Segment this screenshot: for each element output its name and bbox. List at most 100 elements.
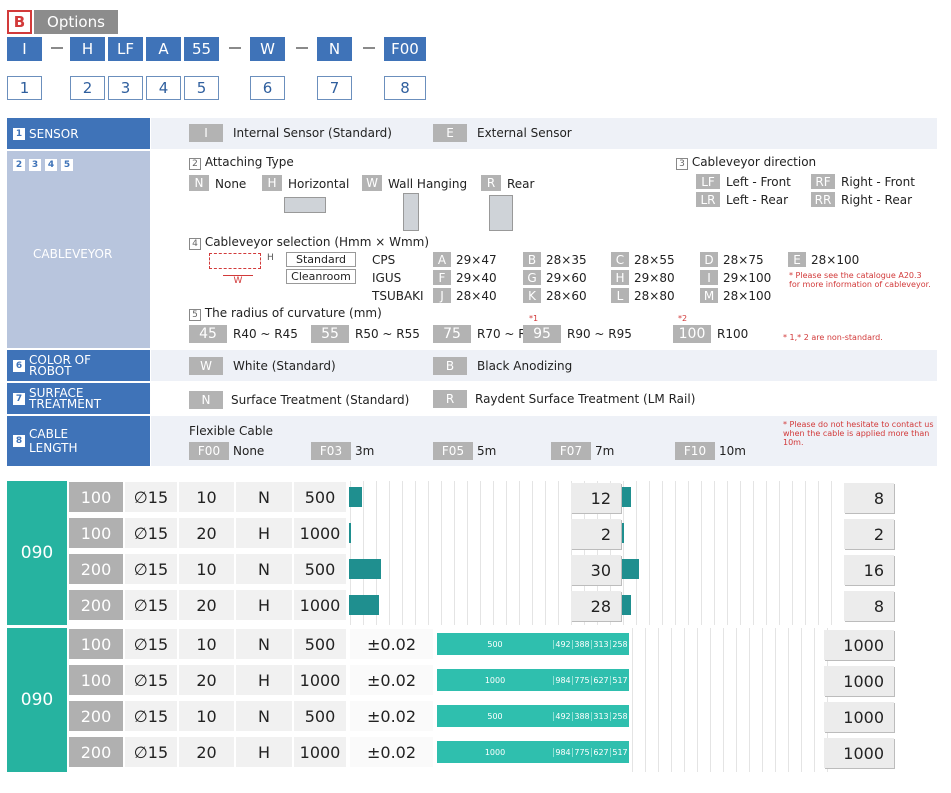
flexible-cable-title: Flexible Cable (189, 424, 274, 438)
speed-value: 492 (553, 711, 572, 721)
section-number: 7 (13, 392, 25, 405)
direction-title: 3 Cableveyor direction (676, 155, 816, 170)
speed-value: 984 (553, 675, 572, 685)
grid-line (402, 481, 403, 625)
option-code: M (700, 288, 718, 303)
section-numbers: 2345 (13, 157, 77, 171)
grid-line (818, 481, 819, 625)
speed-value: 388 (572, 639, 591, 649)
option-code: W (362, 175, 382, 191)
table-cell: 20 (178, 664, 235, 696)
option-code: I (189, 124, 223, 142)
table-cell: N (235, 628, 293, 660)
option-code: 100 (673, 325, 711, 343)
code-box: W (250, 37, 285, 61)
grid-line (688, 481, 689, 625)
table-cell: ∅15 (124, 736, 178, 768)
speed-value: 258 (610, 639, 629, 649)
sensor-row: I Internal Sensor (Standard) E External … (151, 118, 937, 149)
option-text: Right - Front (841, 175, 915, 189)
surface-row: N Surface Treatment (Standard) R Raydent… (151, 383, 937, 414)
value-bar (349, 487, 362, 507)
option-code: N (189, 391, 223, 409)
speed-value: 627 (591, 747, 610, 757)
w-label: W (223, 275, 253, 286)
option-text: White (Standard) (233, 359, 336, 373)
grid-line (645, 628, 646, 772)
option-text: Black Anodizing (477, 359, 573, 373)
cableveyor-row: 2 Attaching Type N None H Horizontal W W… (151, 151, 937, 348)
label-text: SURFACE TREATMENT (29, 385, 102, 411)
grid-line (788, 628, 789, 772)
option-text: Left - Front (726, 175, 791, 189)
option-code: L (611, 288, 629, 303)
table-cell: ∅15 (124, 628, 178, 660)
option-code: 95 (523, 325, 561, 343)
option-text: 29×47 (456, 253, 497, 267)
option-code: R (433, 390, 467, 408)
value-box: 30 (571, 555, 621, 585)
table-cell: 100 (68, 628, 124, 660)
table-cell: 500 (293, 481, 347, 513)
option-code: LF (696, 174, 720, 189)
table-cell: ±0.02 (349, 628, 434, 660)
group-label: 090 (7, 481, 67, 625)
option-text: 28×60 (546, 289, 587, 303)
grid-line (658, 628, 659, 772)
option-text: 28×55 (634, 253, 675, 267)
option-text: R40 ~ R45 (233, 327, 298, 341)
option-code: W (189, 357, 223, 375)
table-cell: 100 (68, 517, 124, 549)
selection-title: 4 Cableveyor selection (Hmm × Wmm) (189, 235, 429, 250)
code-number: 3 (108, 76, 143, 100)
code-number: 7 (317, 76, 352, 100)
code-number: 6 (250, 76, 285, 100)
table-cell: 500 (293, 553, 347, 585)
speed-value: 517 (610, 747, 629, 757)
table-cell: 10 (178, 700, 235, 732)
table-cell: 1000 (293, 517, 347, 549)
option-code: R (481, 175, 501, 191)
code-number: 2 (70, 76, 105, 100)
option-code: RR (811, 192, 835, 207)
table-cell: 500 (293, 628, 347, 660)
table-cell: 200 (68, 589, 124, 621)
value-box: 1000 (824, 702, 894, 732)
option-text: 29×40 (456, 271, 497, 285)
section-number: 1 (13, 127, 25, 140)
speed-bar: 1000 984 775 627 517 (437, 669, 629, 691)
option-code: C (611, 252, 629, 267)
grid-line (454, 481, 455, 625)
grid-line (814, 628, 815, 772)
option-code: RF (811, 174, 835, 189)
cleanroom-tag: Cleanroom (286, 269, 356, 284)
table-cell: ∅15 (124, 517, 178, 549)
table-cell: ∅15 (124, 481, 178, 513)
surface-label: 7 SURFACE TREATMENT (7, 383, 150, 414)
grid-line (805, 481, 806, 625)
option-code: F10 (675, 442, 715, 460)
table-cell: 1000 (293, 736, 347, 768)
grid-line (736, 628, 737, 772)
grid-line (727, 481, 728, 625)
table-cell: 10 (178, 553, 235, 585)
option-code: 75 (433, 325, 471, 343)
option-text: 29×80 (634, 271, 675, 285)
grid-line (389, 481, 390, 625)
code-number: 5 (184, 76, 219, 100)
grid-line (701, 481, 702, 625)
code-number: 4 (146, 76, 181, 100)
speed-value: 313 (591, 639, 610, 649)
code-separator (51, 47, 63, 49)
code-box: N (317, 37, 352, 61)
section-number: 2 (13, 159, 25, 171)
table-cell: 20 (178, 517, 235, 549)
value-bar (622, 595, 631, 615)
grid-line (506, 481, 507, 625)
option-text: 5m (477, 444, 497, 458)
speed-value: 517 (610, 675, 629, 685)
option-text: R50 ~ R55 (355, 327, 420, 341)
speed-value: 500 (487, 711, 503, 721)
grid-line (762, 628, 763, 772)
standard-tag: Standard (286, 252, 356, 267)
